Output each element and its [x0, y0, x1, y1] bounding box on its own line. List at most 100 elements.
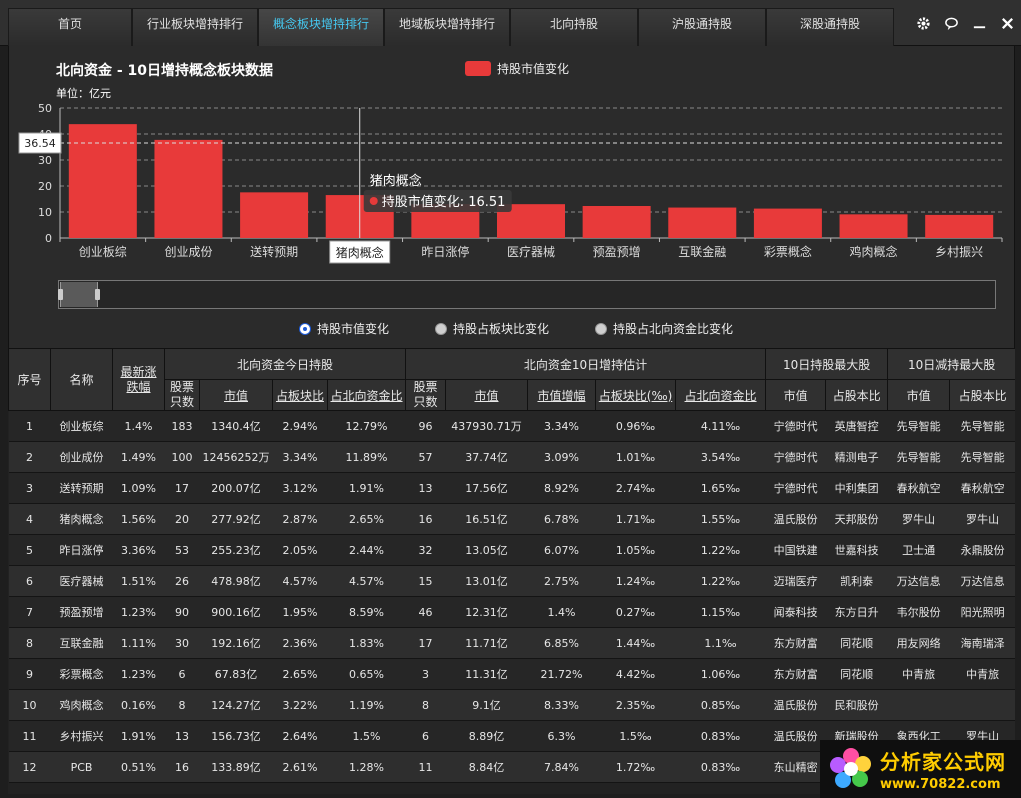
col-header-index[interactable]: 序号	[8, 348, 51, 411]
radio-dot[interactable]	[435, 322, 448, 335]
cell-maxreduce-mv: 万达信息	[887, 565, 950, 597]
cell-maxreduce-own: 先导智能	[949, 410, 1015, 442]
cell-today-mv: 192.16亿	[199, 627, 273, 659]
cell-today-count: 8	[164, 689, 200, 721]
table-row[interactable]: 9 彩票概念 1.23% 6 67.83亿 2.65% 0.65% 3 11.31亿 21.72%…	[8, 658, 1015, 690]
metric-radio-3[interactable]: 持股占北向资金比变化	[595, 320, 733, 337]
y-tick-label: 10	[38, 206, 52, 219]
cell-tenday-nb: 3.54‰	[675, 441, 766, 473]
metric-radio-1[interactable]: 持股市值变化	[299, 320, 389, 337]
table-row[interactable]: 1 创业板综 1.4% 183 1340.4亿 2.94% 12.79% 96 437930.7…	[8, 410, 1015, 442]
zoom-handle-right[interactable]	[95, 289, 100, 300]
col-header-tenday-count[interactable]: 股票只数	[405, 379, 447, 411]
chart-zoom-thumb[interactable]	[58, 282, 100, 307]
table-row[interactable]: 7 预盈预增 1.23% 90 900.16亿 1.95% 8.59% 46 12.31亿 1.4…	[8, 596, 1015, 628]
cell-tenday-pct: 1.5‰	[595, 720, 676, 752]
cell-tenday-mv: 13.01亿	[445, 565, 528, 597]
cell-tenday-inc: 2.75%	[527, 565, 596, 597]
x-tick-label: 创业成份	[164, 245, 212, 259]
cell-change: 0.16%	[112, 689, 165, 721]
table-row[interactable]: 3 送转预期 1.09% 17 200.07亿 3.12% 1.91% 13 17.56亿 8.9…	[8, 472, 1015, 504]
table-row[interactable]: 6 医疗器械 1.51% 26 478.98亿 4.57% 4.57% 15 13.01亿 2.7…	[8, 565, 1015, 597]
bar-chart[interactable]: 01020304050创业板综创业成份送转预期昨日涨停医疗器械预盈预增互联金融彩…	[9, 46, 1016, 276]
cell-index: 10	[8, 689, 51, 721]
table-row[interactable]: 5 昨日涨停 3.36% 53 255.23亿 2.05% 2.44% 32 13.05亿 6.0…	[8, 534, 1015, 566]
cell-today-count: 20	[164, 503, 200, 535]
tab-4[interactable]: 地域板块增持排行	[384, 7, 510, 46]
cell-today-mv: 124.27亿	[199, 689, 273, 721]
table-row[interactable]: 10 鸡肉概念 0.16% 8 124.27亿 3.22% 1.19% 8 9.1亿 8.33% 2…	[8, 689, 1015, 721]
tab-3[interactable]: 概念板块增持排行	[258, 7, 384, 46]
cell-name: 送转预期	[50, 472, 113, 504]
col-header-today-nb[interactable]: 占北向资金比	[326, 379, 407, 411]
cell-today-pct: 2.87%	[272, 503, 328, 535]
col-header-maxreduce-mv[interactable]: 市值	[887, 379, 951, 411]
cell-name: PCB	[50, 751, 113, 783]
table-row[interactable]: 8 互联金融 1.11% 30 192.16亿 2.36% 1.83% 17 11.71亿 6.8…	[8, 627, 1015, 659]
table-row[interactable]: 2 创业成份 1.49% 100 12456252万 3.34% 11.89% 57 37.74…	[8, 441, 1015, 473]
cell-change: 1.56%	[112, 503, 165, 535]
close-icon[interactable]	[993, 8, 1021, 38]
cell-maxhold-mv: 东方财富	[765, 658, 826, 690]
chart-zoom-scrollbar[interactable]	[58, 280, 996, 309]
cell-maxhold-own: 凯利泰	[825, 565, 888, 597]
col-header-maxhold-mv[interactable]: 市值	[765, 379, 827, 411]
col-header-change[interactable]: 最新涨跌幅	[112, 348, 165, 411]
cell-change: 1.91%	[112, 720, 165, 752]
minimize-icon[interactable]	[965, 8, 993, 38]
cell-tenday-pct: 1.72‰	[595, 751, 676, 783]
tab-2[interactable]: 行业板块增持排行	[132, 7, 258, 46]
cell-maxreduce-own: 中青旅	[949, 658, 1015, 690]
col-header-name[interactable]: 名称	[50, 348, 113, 411]
col-header-tenday-inc[interactable]: 市值增幅	[527, 379, 597, 411]
tooltip-value: 持股市值变化: 16.51	[382, 194, 506, 210]
cell-tenday-mv: 437930.71万	[445, 410, 528, 442]
col-header-today-mv[interactable]: 市值	[199, 379, 273, 411]
radio-dot[interactable]	[299, 322, 311, 335]
tab-6[interactable]: 沪股通持股	[638, 7, 766, 46]
col-header-tenday-pct-text: 占板块比(‰)	[598, 388, 673, 403]
cell-today-nb: 8.59%	[327, 596, 406, 628]
cell-maxhold-own: 中利集团	[825, 472, 888, 504]
cell-tenday-nb: 4.11‰	[675, 410, 766, 442]
col-header-tenday-mv[interactable]: 市值	[445, 379, 529, 411]
x-tick-label: 预盈预增	[593, 245, 641, 259]
col-header-tenday-nb[interactable]: 占北向资金比	[675, 379, 767, 411]
cell-tenday-pct: 4.42‰	[595, 658, 676, 690]
col-header-today-count[interactable]: 股票只数	[164, 379, 200, 411]
gear-icon[interactable]	[909, 8, 937, 38]
cell-name: 互联金融	[50, 627, 113, 659]
cell-name: 乡村振兴	[50, 720, 113, 752]
col-header-tenday-pct[interactable]: 占板块比(‰)	[595, 379, 677, 411]
tab-1[interactable]: 首页	[8, 7, 132, 46]
tab-5[interactable]: 北向持股	[510, 7, 638, 46]
cell-tenday-count: 16	[405, 503, 446, 535]
cell-change: 1.11%	[112, 627, 165, 659]
zoom-handle-left[interactable]	[58, 289, 63, 300]
cell-today-count: 16	[164, 751, 200, 783]
cell-change: 1.49%	[112, 441, 165, 473]
table-row[interactable]: 4 猪肉概念 1.56% 20 277.92亿 2.87% 2.65% 16 16.51亿 6.7…	[8, 503, 1015, 535]
chart-legend[interactable]: 持股市值变化	[465, 60, 569, 77]
metric-radio-2[interactable]: 持股占板块比变化	[435, 320, 549, 337]
cell-today-count: 17	[164, 472, 200, 504]
col-header-maxhold-own[interactable]: 占股本比	[825, 379, 889, 411]
legend-swatch	[465, 61, 491, 76]
table-body: 1 创业板综 1.4% 183 1340.4亿 2.94% 12.79% 96 437930.7…	[8, 410, 1015, 783]
tab-7[interactable]: 深股通持股	[766, 7, 894, 46]
radio-dot[interactable]	[595, 322, 608, 335]
cell-tenday-inc: 6.78%	[527, 503, 596, 535]
group-header-today: 北向资金今日持股	[163, 348, 407, 380]
cell-maxhold-own: 同花顺	[825, 627, 888, 659]
cell-index: 8	[8, 627, 51, 659]
speech-icon[interactable]	[937, 8, 965, 38]
cell-tenday-nb: 1.1‰	[675, 627, 766, 659]
col-header-maxreduce-own[interactable]: 占股本比	[949, 379, 1015, 411]
cell-maxreduce-mv: 卫士通	[887, 534, 950, 566]
col-header-today-pct[interactable]: 占板块比	[272, 379, 328, 411]
cell-maxreduce-own: 先导智能	[949, 441, 1015, 473]
cell-today-count: 13	[164, 720, 200, 752]
cell-today-count: 53	[164, 534, 200, 566]
bar	[668, 207, 737, 238]
cell-today-nb: 1.5%	[327, 720, 406, 752]
